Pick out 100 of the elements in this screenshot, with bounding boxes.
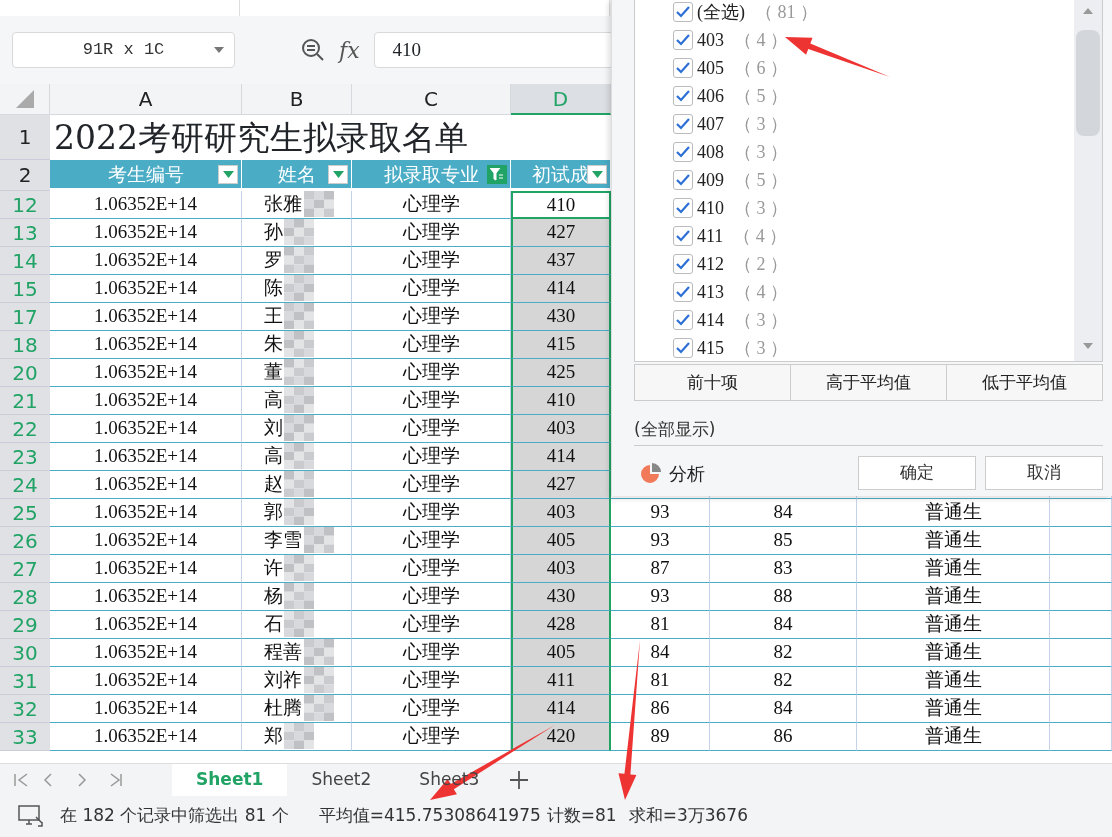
row-number: 12 <box>0 191 50 219</box>
row-number: 32 <box>0 695 50 723</box>
blur-mosaic <box>284 303 314 329</box>
checkbox[interactable] <box>673 30 693 50</box>
filter-option[interactable]: 413 <box>697 278 724 306</box>
table-cell: 84 <box>710 695 857 723</box>
table-cell-text: 高 <box>264 444 283 469</box>
sheet-tab[interactable]: Sheet2 <box>287 763 396 796</box>
dropdown-icon[interactable] <box>218 165 238 184</box>
filter-option[interactable]: 415 <box>697 334 724 361</box>
table-cell: 428 <box>511 611 611 639</box>
table-cell: 1.06352E+14 <box>50 219 242 247</box>
table-cell: 普通生 <box>857 499 1050 527</box>
analyze-button[interactable]: 分析 <box>669 460 705 487</box>
table-cell: 1.06352E+14 <box>50 611 242 639</box>
screen-icon[interactable] <box>18 804 44 828</box>
column-header[interactable]: A <box>50 84 242 115</box>
blur-mosaic <box>284 555 314 581</box>
pie-chart-icon[interactable] <box>640 463 661 484</box>
zoom-icon[interactable] <box>301 38 325 62</box>
table-cell: 82 <box>710 639 857 667</box>
table-cell: 1.06352E+14 <box>50 555 242 583</box>
checkbox[interactable] <box>673 170 693 190</box>
row-number: 28 <box>0 583 50 611</box>
row-number: 17 <box>0 303 50 331</box>
table-cell-text: 杨 <box>264 584 283 609</box>
table-cell: 83 <box>710 555 857 583</box>
checkbox[interactable] <box>673 338 693 358</box>
checkbox[interactable] <box>673 142 693 162</box>
filter-option[interactable]: 414 <box>697 306 724 334</box>
row-number: 23 <box>0 443 50 471</box>
row-number: 22 <box>0 415 50 443</box>
filter-option[interactable]: 407 <box>697 110 724 138</box>
sheet-title: 2022考研研究生拟录取名单 <box>53 116 468 159</box>
row-number: 27 <box>0 555 50 583</box>
checkbox[interactable] <box>673 310 693 330</box>
table-cell: 405 <box>511 527 611 555</box>
filter-option[interactable]: 406 <box>697 82 724 110</box>
blur-mosaic <box>304 667 334 693</box>
add-sheet-icon[interactable] <box>509 769 530 790</box>
table-cell-text: 刘祚 <box>264 668 302 693</box>
dropdown-icon[interactable] <box>328 165 348 184</box>
table-cell: 1.06352E+14 <box>50 303 242 331</box>
table-cell: 415 <box>511 331 611 359</box>
name-box[interactable]: 91R x 1C <box>12 32 235 68</box>
table-cell: 81 <box>611 611 710 639</box>
filter-option[interactable]: 412 <box>697 250 724 278</box>
column-header[interactable]: C <box>352 84 511 115</box>
table-cell: 87 <box>611 555 710 583</box>
function-label[interactable]: fx <box>339 33 360 67</box>
checkbox[interactable] <box>673 114 693 134</box>
empty-cell <box>1050 723 1112 751</box>
filter-option[interactable]: 410 <box>697 194 724 222</box>
ok-button[interactable]: 确定 <box>858 456 976 490</box>
table-cell: 88 <box>710 583 857 611</box>
table-cell: 1.06352E+14 <box>50 695 242 723</box>
dropdown-icon[interactable] <box>587 165 607 184</box>
filter-option[interactable]: 403 <box>697 26 724 54</box>
column-header[interactable]: B <box>242 84 352 115</box>
table-cell: 411 <box>511 667 611 695</box>
header-cell-text: 考生编号 <box>107 161 184 187</box>
checkbox[interactable] <box>673 226 693 246</box>
row-number: 2 <box>0 160 50 191</box>
table-cell: 437 <box>511 247 611 275</box>
checkbox[interactable] <box>673 198 693 218</box>
filter-icon[interactable] <box>487 165 507 184</box>
blur-mosaic <box>304 639 334 665</box>
option-count: （ 6 ） <box>734 56 788 80</box>
show-all-link[interactable]: (全部显示) <box>634 417 716 443</box>
scroll-down-icon[interactable] <box>1083 343 1093 349</box>
table-cell: 普通生 <box>857 527 1050 555</box>
table-cell: 93 <box>611 499 710 527</box>
cancel-button[interactable]: 取消 <box>985 456 1103 490</box>
filter-option[interactable]: 411 <box>697 222 724 250</box>
checkbox[interactable] <box>673 2 693 22</box>
blur-mosaic <box>284 583 314 609</box>
filter-option[interactable]: (全选) <box>697 0 745 26</box>
blur-mosaic <box>284 499 314 525</box>
checkbox[interactable] <box>673 254 693 274</box>
table-cell: 1.06352E+14 <box>50 527 242 555</box>
scroll-up-icon[interactable] <box>1083 8 1093 14</box>
row-number: 13 <box>0 219 50 247</box>
table-cell-text: 郭 <box>264 500 283 525</box>
table-cell: 414 <box>511 443 611 471</box>
table-cell-text: 郑 <box>264 724 283 749</box>
table-cell: 430 <box>511 303 611 331</box>
checkbox[interactable] <box>673 282 693 302</box>
scrollbar[interactable] <box>1074 0 1102 361</box>
checkbox[interactable] <box>673 86 693 106</box>
blur-mosaic <box>284 219 314 245</box>
checkbox[interactable] <box>673 58 693 78</box>
blur-mosaic <box>284 387 314 413</box>
table-cell: 1.06352E+14 <box>50 583 242 611</box>
caret-icon <box>214 47 224 53</box>
table-cell: 1.06352E+14 <box>50 639 242 667</box>
filter-option[interactable]: 408 <box>697 138 724 166</box>
table-cell-text: 李雪 <box>264 528 302 553</box>
blur-mosaic <box>284 723 314 749</box>
filter-option[interactable]: 409 <box>697 166 724 194</box>
filter-option[interactable]: 405 <box>697 54 724 82</box>
